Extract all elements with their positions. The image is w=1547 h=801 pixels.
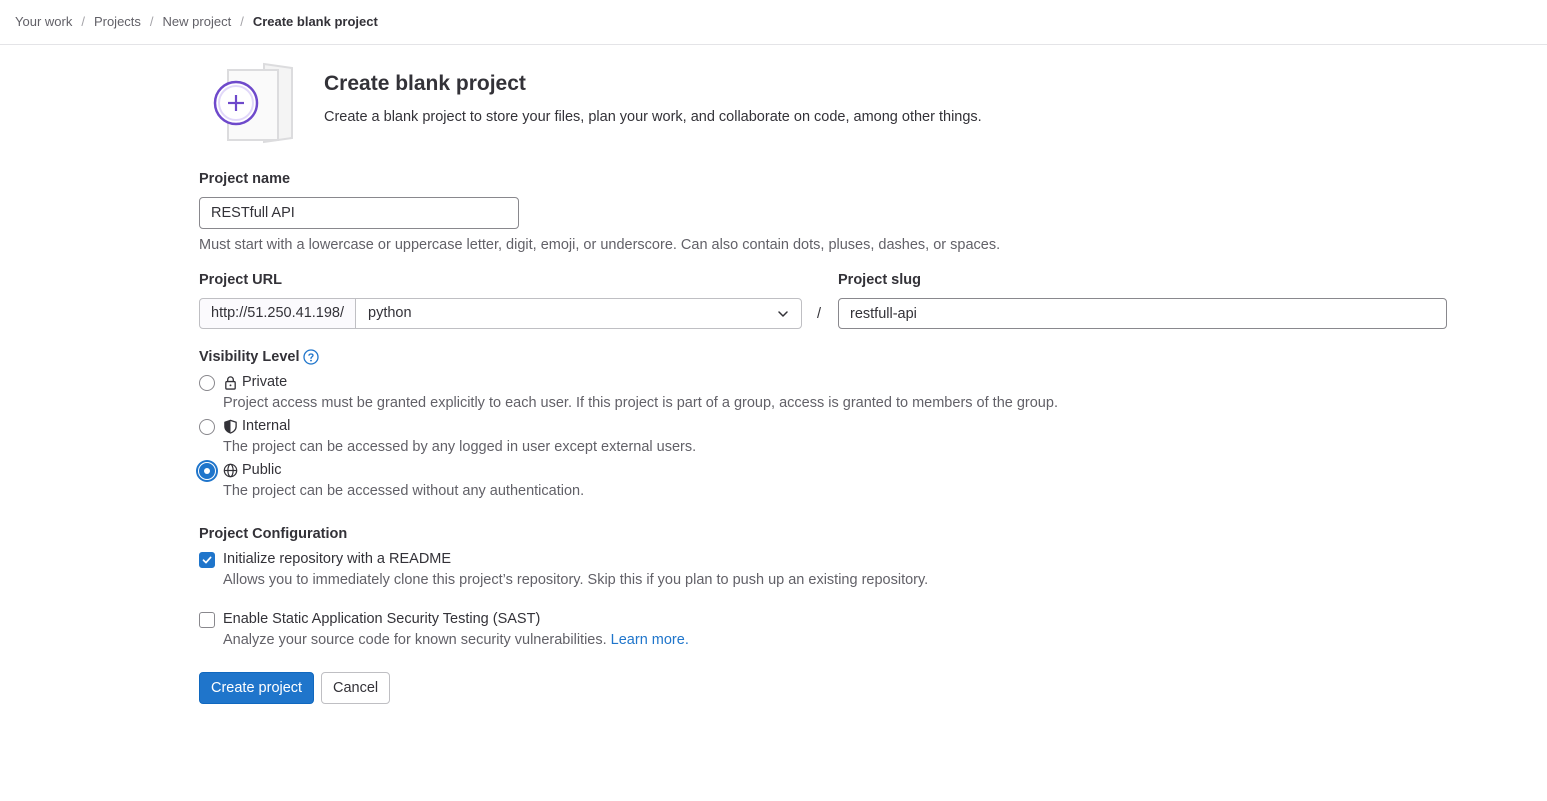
readme-checkbox[interactable] (199, 552, 215, 568)
visibility-public-option[interactable]: Public (223, 462, 282, 478)
project-slug-input[interactable] (838, 298, 1447, 329)
breadcrumb: Your work / Projects / New project / Cre… (15, 14, 378, 29)
breadcrumb-your-work[interactable]: Your work (15, 14, 72, 29)
globe-icon (223, 463, 238, 477)
lock-icon (225, 375, 236, 390)
cancel-button[interactable]: Cancel (321, 672, 391, 704)
project-name-input[interactable] (199, 197, 519, 229)
visibility-internal-title: Internal (242, 418, 291, 434)
visibility-internal-description: The project can be accessed by any logge… (223, 439, 697, 455)
project-name-help: Must start with a lowercase or uppercase… (199, 237, 1001, 253)
breadcrumb-separator: / (81, 14, 85, 29)
url-separator: / (817, 306, 822, 322)
page-description: Create a blank project to store your fil… (324, 109, 982, 125)
readme-option-help: Allows you to immediately clone this pro… (223, 572, 929, 588)
namespace-select[interactable]: python (355, 298, 802, 329)
shield-icon (224, 419, 237, 434)
question-circle-icon[interactable] (303, 349, 320, 365)
sast-checkbox[interactable] (199, 612, 215, 628)
visibility-level-heading: Visibility Level (199, 349, 320, 365)
visibility-internal-option[interactable]: Internal (223, 418, 290, 434)
breadcrumb-separator: / (240, 14, 244, 29)
breadcrumb-separator: / (149, 14, 154, 29)
checkmark-icon (202, 556, 212, 564)
chevron-down-icon (778, 311, 788, 317)
breadcrumb-current: Create blank project (252, 14, 378, 29)
sast-help-text: Analyze your source code for known secur… (223, 632, 607, 648)
readme-option-label[interactable]: Initialize repository with a README (223, 551, 451, 567)
page-title: Create blank project (324, 72, 526, 95)
sast-option-label[interactable]: Enable Static Application Security Testi… (223, 611, 540, 627)
visibility-public-radio[interactable] (199, 463, 215, 479)
breadcrumb-projects[interactable]: Projects (94, 14, 141, 29)
project-name-label: Project name (199, 171, 291, 187)
blank-project-illustration-icon (213, 62, 293, 144)
learn-more-link[interactable]: Learn more. (611, 632, 689, 648)
visibility-level-label: Visibility Level (199, 349, 300, 365)
breadcrumb-new-project[interactable]: New project (163, 14, 232, 29)
visibility-public-description: The project can be accessed without any … (223, 483, 585, 499)
project-url-prefix: http://51.250.41.198/ (199, 298, 356, 329)
create-project-button[interactable]: Create project (199, 672, 315, 704)
visibility-private-description: Project access must be granted explicitl… (223, 395, 1058, 411)
project-url-label: Project URL (199, 272, 282, 288)
project-configuration-label: Project Configuration (199, 526, 348, 542)
project-slug-label: Project slug (838, 272, 921, 288)
visibility-private-title: Private (242, 374, 288, 390)
visibility-internal-radio[interactable] (199, 419, 215, 435)
visibility-public-title: Public (242, 462, 282, 478)
top-bar: Your work / Projects / New project / Cre… (0, 0, 1547, 45)
namespace-select-value: python (368, 305, 412, 321)
visibility-private-option[interactable]: Private (223, 374, 287, 390)
sast-option-help: Analyze your source code for known secur… (223, 632, 689, 648)
visibility-private-radio[interactable] (199, 375, 215, 391)
